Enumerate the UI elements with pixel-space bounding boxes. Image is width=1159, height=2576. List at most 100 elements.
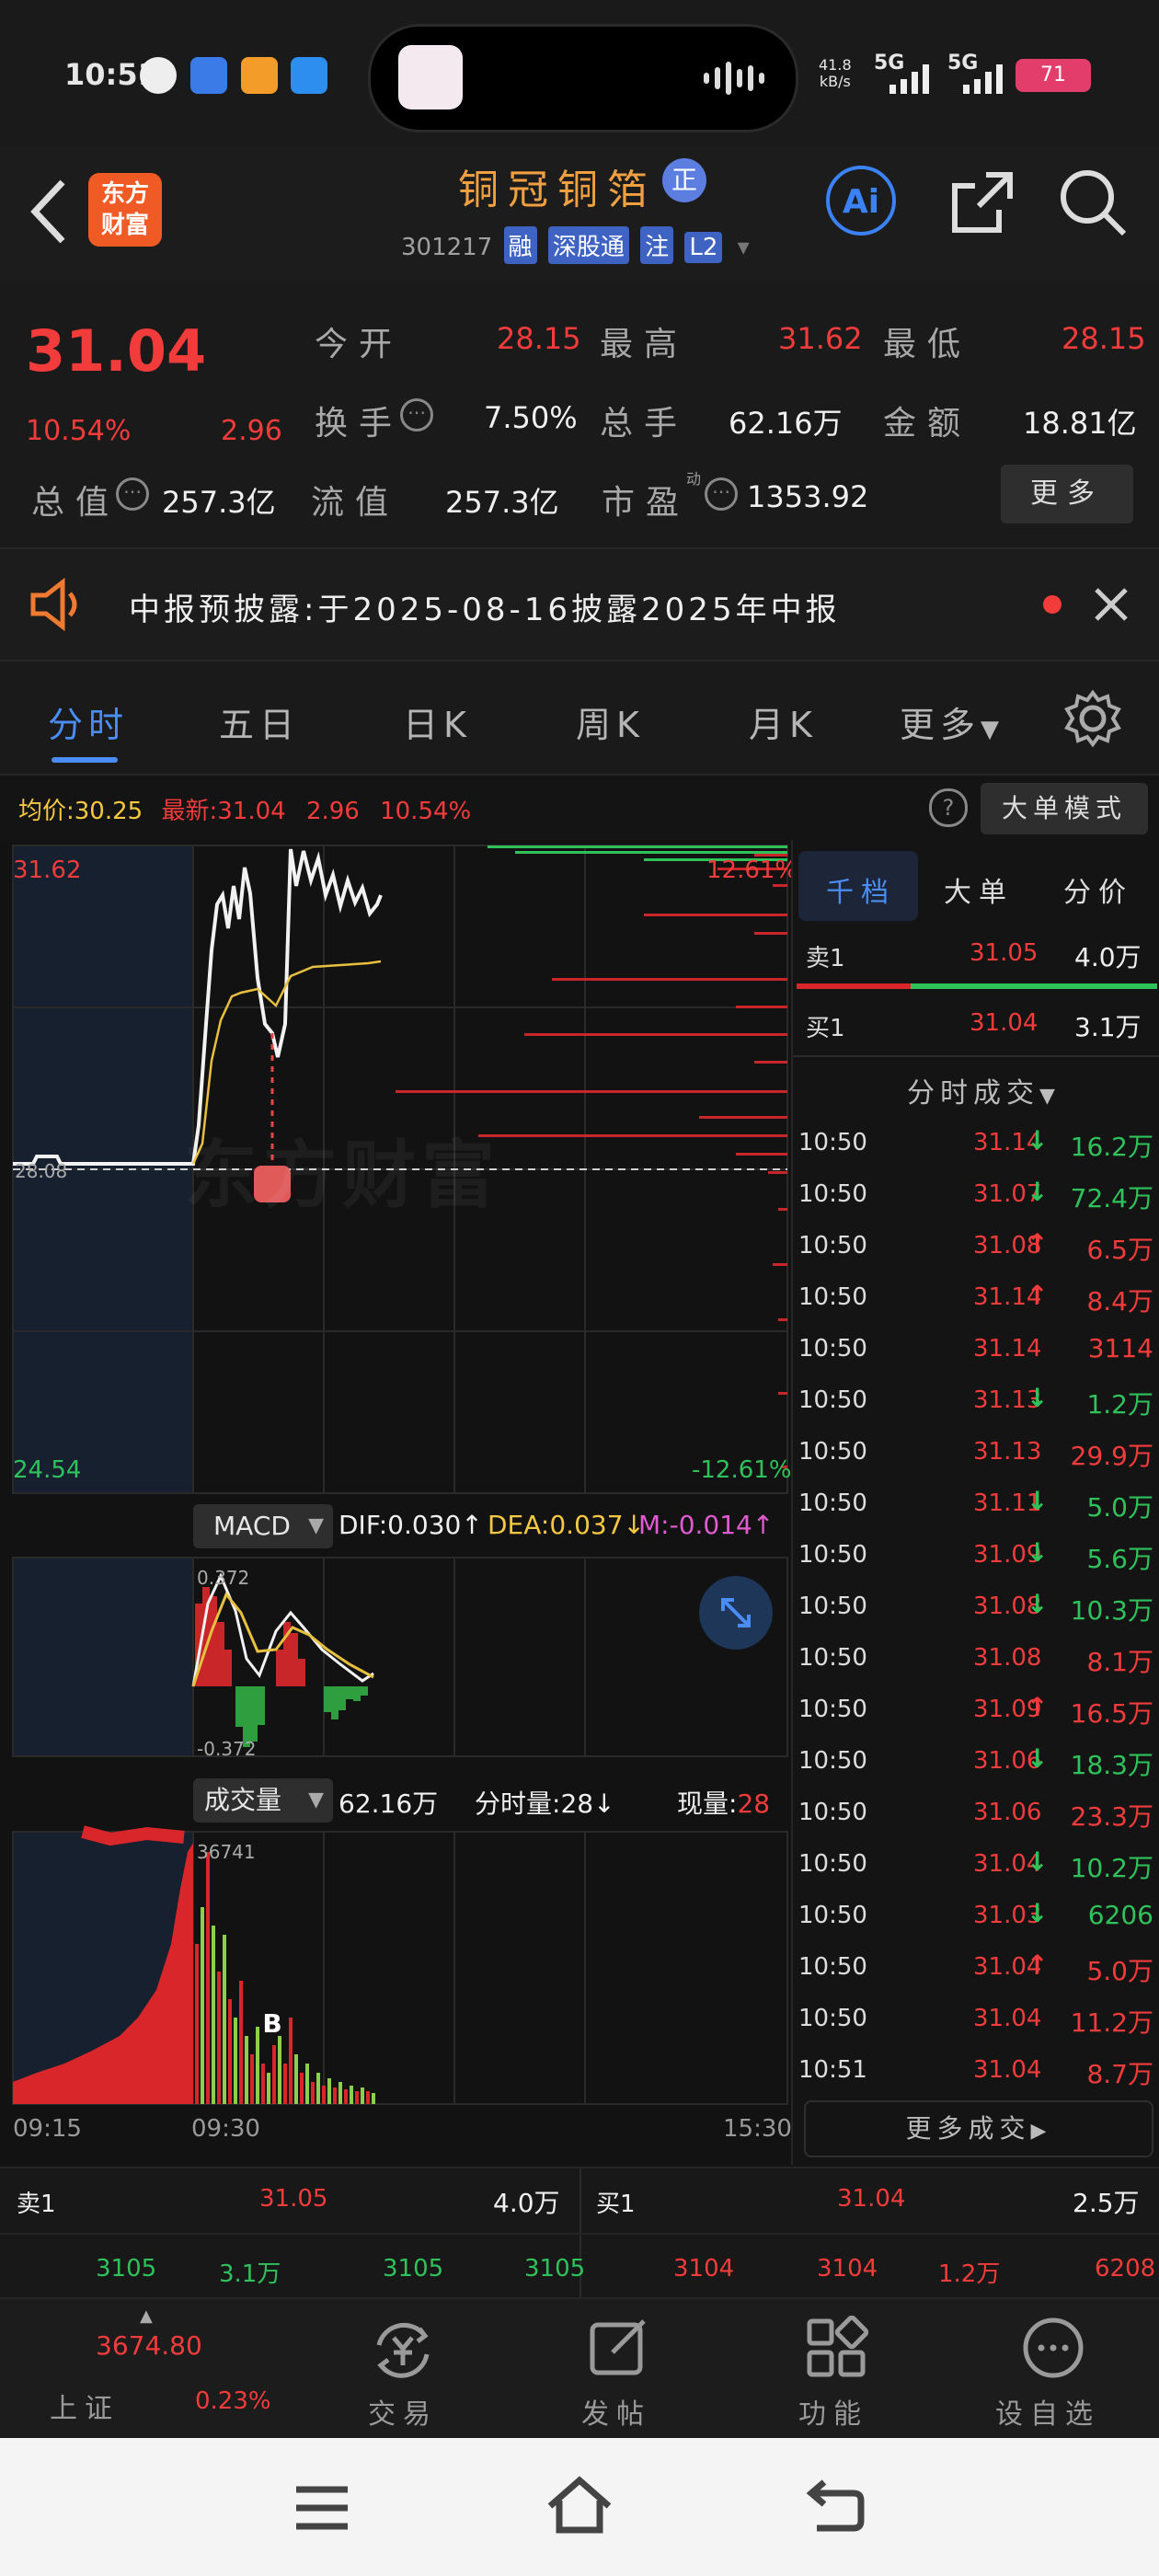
- info-icon[interactable]: ⋯: [116, 477, 149, 511]
- chevron-up-icon: ▲: [140, 2306, 153, 2326]
- nav-trade-label: 交易: [368, 2398, 438, 2431]
- sell1-price: 31.05: [259, 2185, 328, 2213]
- home-icon[interactable]: [545, 2475, 614, 2536]
- trade-time: 10:50: [798, 1696, 867, 1723]
- trade-volume: 8.4万: [1086, 1286, 1153, 1317]
- mktcap-label: 总值: [31, 484, 120, 522]
- trade-yuan-icon: [376, 2322, 430, 2378]
- buy1-volume: 2.5万: [1073, 2188, 1140, 2218]
- nav-post[interactable]: 发帖: [561, 2299, 671, 2440]
- gear-icon[interactable]: [1063, 689, 1122, 748]
- menu-icon[interactable]: [293, 2482, 351, 2534]
- pe-label: 市盈: [602, 484, 691, 522]
- trade-row: 10:50 31.09 ↑ 16.5万: [793, 1683, 1159, 1734]
- more-button[interactable]: 更多: [1001, 465, 1133, 523]
- tab-more[interactable]: 更多▼: [900, 696, 1004, 747]
- ai-button[interactable]: Ai: [826, 166, 896, 236]
- amount-value: 18.81亿: [1023, 406, 1137, 441]
- turnover-value: 7.50%: [484, 400, 578, 435]
- trade-time: 10:50: [798, 2005, 867, 2032]
- back-icon[interactable]: [26, 175, 72, 248]
- nav-functions[interactable]: 功能: [778, 2299, 889, 2440]
- trade-time: 10:50: [798, 1541, 867, 1569]
- volume-selector[interactable]: 成交量 ▼: [193, 1778, 333, 1823]
- dynamic-island[interactable]: [368, 24, 798, 132]
- share-icon[interactable]: [947, 167, 1017, 237]
- trade-volume: 11.2万: [1070, 2007, 1153, 2038]
- expand-chart-button[interactable]: [699, 1576, 773, 1650]
- back-nav-icon[interactable]: [806, 2477, 866, 2534]
- tab-weekly-k[interactable]: 周K: [576, 696, 645, 747]
- watermark: 东方财富: [184, 1133, 500, 1218]
- tab-daily-k[interactable]: 日K: [403, 696, 472, 747]
- side-tab-depth[interactable]: 千档: [826, 869, 896, 910]
- nav-add-watchlist-label: 设自选: [995, 2398, 1100, 2431]
- arrow-up-icon: ↑: [1027, 1228, 1049, 1259]
- signal-1-icon: [889, 64, 929, 94]
- trade-price: 31.04: [973, 2005, 1042, 2032]
- trade-volume: 5.0万: [1086, 1956, 1153, 1986]
- more-trades-button[interactable]: 更多成交▶: [804, 2100, 1153, 2157]
- trade-price: 31.04: [973, 2056, 1042, 2084]
- nav-add-watchlist[interactable]: 设自选: [984, 2299, 1141, 2440]
- time-axis-start: 09:15: [13, 2115, 82, 2143]
- search-icon[interactable]: [1058, 167, 1128, 237]
- arrow-down-icon: ↓: [1027, 1383, 1049, 1413]
- trade-time: 10:51: [798, 2056, 867, 2084]
- big-order-mode-button[interactable]: 大单模式: [981, 783, 1148, 834]
- high-label: 最高: [600, 326, 689, 363]
- trade-time: 10:50: [798, 1232, 867, 1259]
- buy-queue-item: 1.2万: [938, 2260, 1001, 2288]
- stock-name[interactable]: 铜冠铜箔: [458, 156, 657, 215]
- trade-row: 10:50 31.04 ↑ 5.0万: [793, 1940, 1159, 1992]
- arrow-up-icon: ↑: [1027, 1280, 1049, 1310]
- info-icon[interactable]: ⋯: [400, 398, 433, 431]
- turnover-label: 换手: [315, 405, 404, 443]
- arrow-down-icon: ↓: [1027, 1898, 1049, 1928]
- trade-row: 10:50 31.13 29.9万: [793, 1425, 1159, 1477]
- macd-selector[interactable]: MACD ▼: [193, 1504, 333, 1548]
- chart-app-icon: [190, 57, 227, 94]
- side-tab-big-order[interactable]: 大单: [944, 869, 1014, 910]
- tab-monthly-k[interactable]: 月K: [749, 696, 818, 747]
- trade-price: 31.14: [973, 1335, 1042, 1363]
- help-icon[interactable]: ?: [929, 788, 968, 827]
- trade-time: 10:50: [798, 1386, 867, 1414]
- trades-title[interactable]: 分时成交▼: [907, 1070, 1061, 1110]
- media-thumbnail-icon: [398, 45, 463, 109]
- mktcap-value: 257.3亿: [162, 485, 276, 520]
- nav-post-label: 发帖: [581, 2398, 651, 2431]
- info-icon[interactable]: ⋯: [705, 477, 738, 511]
- side-tab-price[interactable]: 分价: [1063, 869, 1133, 910]
- trade-volume: 23.3万: [1070, 1801, 1153, 1832]
- period-tabs: 分时 五日 日K 周K 月K 更多▼: [0, 661, 1159, 776]
- nav-trade[interactable]: 交易: [350, 2299, 460, 2440]
- chevron-right-icon: ▶: [1030, 2120, 1052, 2143]
- index-ticker[interactable]: ▲ 3674.80 上证 0.23%: [0, 2299, 304, 2440]
- intraday-chart[interactable]: 31.62 24.54 12.61% -12.61% 28.08 B 东方财富 …: [0, 840, 798, 2165]
- signal-2-icon: [963, 64, 1003, 94]
- net-speed: 41.8 kB/s: [819, 56, 852, 90]
- arrow-down-icon: ↓: [1027, 1589, 1049, 1619]
- trade-time: 10:50: [798, 1644, 867, 1672]
- side-sell1-label: 卖1: [806, 945, 845, 972]
- chevron-down-icon[interactable]: ▾: [738, 234, 750, 261]
- trade-row: 10:50 31.11 ↓ 5.0万: [793, 1477, 1159, 1528]
- notice-bar[interactable]: 中报预披露:于2025-08-16披露2025年中报: [0, 549, 1159, 661]
- float-value: 257.3亿: [445, 485, 559, 520]
- trade-volume: 6.5万: [1086, 1235, 1153, 1265]
- close-icon[interactable]: [1093, 586, 1130, 623]
- sell-queue-item: 3105: [524, 2255, 586, 2283]
- order-queue-bar: 卖1 31.05 4.0万 买1 31.04 2.5万 3105 3.1万 31…: [0, 2167, 1159, 2297]
- tab-intraday[interactable]: 分时: [48, 696, 129, 747]
- tab-five-day[interactable]: 五日: [219, 696, 300, 747]
- nav-functions-label: 功能: [798, 2398, 868, 2431]
- speaker-icon: [30, 577, 77, 632]
- open-value: 28.15: [497, 321, 581, 356]
- arrow-down-icon: ↓: [1027, 1537, 1049, 1568]
- bid-ask-ratio-bar-ask: [911, 983, 1157, 989]
- trade-time: 10:50: [798, 1747, 867, 1775]
- trade-row: 10:50 31.03 ↓ 6206: [793, 1889, 1159, 1940]
- audio-wave-icon: [704, 62, 764, 95]
- status-bar: 10:51 41.8 kB/s 5G 5G 71: [0, 0, 1159, 147]
